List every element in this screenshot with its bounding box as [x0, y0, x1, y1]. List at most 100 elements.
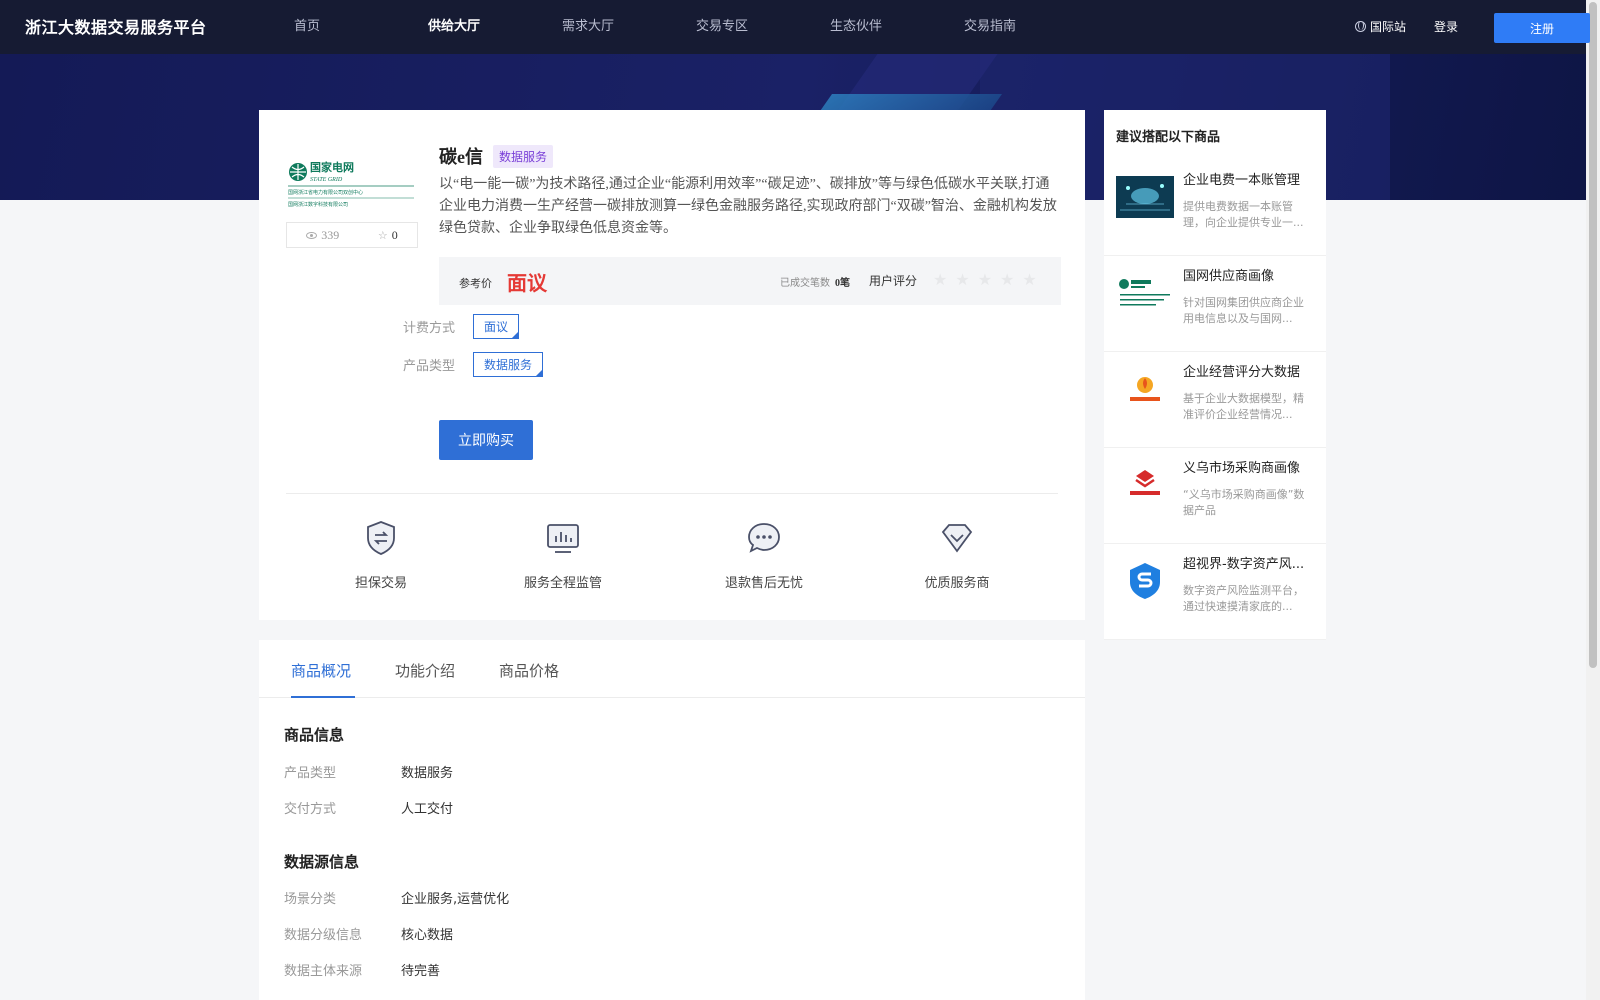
- product-stats: 339 ☆ 0: [286, 222, 418, 248]
- star-icon: ★: [1022, 270, 1037, 289]
- billing-option-chip[interactable]: 面议: [473, 314, 520, 339]
- state-grid-thumb: [1116, 272, 1174, 314]
- active-tab-indicator: [291, 696, 355, 698]
- rating-stars: ★ ★ ★ ★ ★: [933, 270, 1037, 289]
- top-nav-bar: 浙江大数据交易服务平台 首页 供给大厅 需求大厅 交易专区 生态伙伴 交易指南 …: [0, 0, 1590, 54]
- guarantee-item: 优质服务商: [887, 518, 1027, 591]
- guarantee-item: 担保交易: [311, 518, 451, 591]
- recommended-item-desc: “义乌市场采购商画像”数据产品: [1183, 488, 1305, 517]
- eye-icon: [306, 231, 318, 239]
- logo-line1: 国网浙江省电力有限公司双创中心: [288, 189, 363, 196]
- recommended-item-name: 国网供应商画像: [1183, 269, 1275, 284]
- recommended-item-name: 超视界-数字资产风...: [1183, 557, 1305, 572]
- source-info-title: 数据源信息: [284, 855, 360, 871]
- favorite-count[interactable]: ☆ 0: [378, 228, 398, 243]
- deal-count-label: 已成交笔数: [780, 278, 830, 289]
- info-row: 场景分类 企业服务,运营优化: [284, 888, 509, 907]
- service-guarantees: 担保交易 服务全程监管 退款售后无忧 优质服务商: [286, 518, 1058, 598]
- divider: [286, 493, 1058, 494]
- guarantee-item: 服务全程监管: [493, 518, 633, 591]
- recommended-item-desc: 针对国网集团供应商企业用电信息以及与国网...: [1183, 296, 1304, 325]
- info-key: 数据分级信息: [284, 928, 363, 943]
- intl-site-link[interactable]: 国际站: [1355, 18, 1406, 35]
- scrollbar-thumb[interactable]: [1589, 2, 1597, 668]
- type-label: 产品类型: [403, 359, 456, 374]
- buy-now-button[interactable]: 立即购买: [439, 420, 533, 460]
- recommended-item-name: 义乌市场采购商画像: [1183, 461, 1301, 476]
- login-link[interactable]: 登录: [1434, 18, 1458, 35]
- tab-overview[interactable]: 商品概况: [291, 660, 351, 681]
- price-label: 参考价: [459, 277, 492, 290]
- info-value: 待完善: [401, 964, 441, 979]
- recommended-item-desc: 数字资产风险监测平台，通过快速摸清家底的...: [1183, 584, 1304, 613]
- info-row: 数据主体来源 待完善: [284, 960, 440, 979]
- recommended-item-name: 企业电费一本账管理: [1183, 173, 1301, 188]
- chat-bubble-icon: [748, 523, 780, 553]
- guarantee-label: 担保交易: [354, 576, 407, 591]
- globe-icon: [1355, 21, 1366, 32]
- star-icon: ★: [955, 270, 970, 289]
- info-tabs: 商品概况 功能介绍 商品价格: [259, 640, 1085, 698]
- tab-features[interactable]: 功能介绍: [395, 660, 455, 681]
- star-outline-icon: ☆: [377, 228, 388, 242]
- info-key: 数据主体来源: [284, 964, 363, 979]
- cloud-data-thumb: [1116, 176, 1174, 218]
- tab-pricing[interactable]: 商品价格: [499, 660, 559, 681]
- huoshi-thumb: [1116, 368, 1174, 410]
- favorite-count-value: 0: [391, 227, 398, 242]
- site-logo[interactable]: 浙江大数据交易服务平台: [25, 14, 207, 38]
- logo-text: 国家电网: [310, 160, 354, 174]
- recommended-products-panel: 建议搭配以下商品 企业电费一本账管理 提供电费数据一本账管理，向企业提供专业一.…: [1104, 110, 1326, 640]
- product-logo: 国家电网 STATE GRID 国网浙江省电力有限公司双创中心 国网浙江数字科技…: [288, 160, 414, 208]
- register-button[interactable]: 注册: [1494, 13, 1590, 43]
- rating-label: 用户评分: [869, 274, 918, 288]
- product-info-card: 商品概况 功能介绍 商品价格 商品信息 产品类型 数据服务 交付方式 人工交付 …: [259, 640, 1085, 1000]
- star-icon: ★: [977, 270, 993, 289]
- view-count-value: 339: [321, 227, 340, 242]
- nav-item-demand[interactable]: 需求大厅: [562, 0, 696, 54]
- main-nav: 首页 供给大厅 需求大厅 交易专区 生态伙伴 交易指南: [294, 0, 1098, 54]
- monitor-chart-icon: [547, 524, 579, 553]
- type-option-chip[interactable]: 数据服务: [473, 352, 544, 377]
- info-value: 人工交付: [401, 802, 454, 817]
- page-scrollbar[interactable]: [1586, 0, 1600, 1000]
- info-value: 数据服务: [401, 766, 454, 781]
- recommended-item-desc: 提供电费数据一本账管理，向企业提供专业一...: [1183, 200, 1304, 229]
- diamond-check-icon: [941, 524, 973, 553]
- recommended-item[interactable]: 义乌市场采购商画像 “义乌市场采购商画像”数据产品: [1104, 448, 1326, 544]
- guarantee-label: 优质服务商: [924, 576, 990, 591]
- deal-count-value: 0笔: [835, 278, 850, 289]
- product-title-row: 碳e信 数据服务: [439, 143, 554, 169]
- recommended-item[interactable]: 国网供应商画像 针对国网集团供应商企业用电信息以及与国网...: [1104, 256, 1326, 352]
- nav-item-guide[interactable]: 交易指南: [964, 0, 1098, 54]
- star-icon: ★: [1000, 270, 1015, 289]
- nav-item-home[interactable]: 首页: [294, 0, 428, 54]
- s-shield-thumb: [1116, 560, 1174, 602]
- type-option-row: 产品类型 数据服务: [403, 352, 544, 377]
- recommended-item-name: 企业经营评分大数据: [1183, 365, 1301, 380]
- recommended-item[interactable]: 企业电费一本账管理 提供电费数据一本账管理，向企业提供专业一...: [1104, 160, 1326, 256]
- nav-item-trade-zone[interactable]: 交易专区: [696, 0, 830, 54]
- price-value: 面议: [507, 273, 547, 295]
- goods-info-title: 商品信息: [284, 728, 345, 744]
- logo-sub: STATE GRID: [310, 177, 343, 183]
- recommended-item[interactable]: 企业经营评分大数据 基于企业大数据模型，精准评价企业经营情况...: [1104, 352, 1326, 448]
- product-tag: 数据服务: [493, 144, 554, 168]
- yiwu-thumb: [1116, 464, 1174, 506]
- view-count: 339: [306, 228, 339, 243]
- info-row: 数据分级信息 核心数据: [284, 924, 453, 943]
- recommended-item[interactable]: 超视界-数字资产风... 数字资产风险监测平台，通过快速摸清家底的...: [1104, 544, 1326, 640]
- info-key: 场景分类: [284, 892, 337, 907]
- recommended-title: 建议搭配以下商品: [1116, 130, 1221, 145]
- star-icon: ★: [933, 270, 948, 289]
- logo-line2: 国网浙江数字科技有限公司: [288, 201, 348, 208]
- info-value: 企业服务,运营优化: [401, 892, 510, 907]
- nav-item-supply[interactable]: 供给大厅: [428, 0, 562, 54]
- billing-option-row: 计费方式 面议: [403, 314, 520, 339]
- nav-item-partners[interactable]: 生态伙伴: [830, 0, 964, 54]
- product-detail-card: 国家电网 STATE GRID 国网浙江省电力有限公司双创中心 国网浙江数字科技…: [259, 110, 1085, 620]
- guarantee-item: 退款售后无忧: [694, 518, 834, 591]
- info-row: 交付方式 人工交付: [284, 798, 453, 817]
- guarantee-label: 退款售后无忧: [724, 576, 803, 591]
- price-box: 参考价 面议 已成交笔数 0笔 用户评分 ★ ★ ★ ★ ★: [439, 257, 1061, 305]
